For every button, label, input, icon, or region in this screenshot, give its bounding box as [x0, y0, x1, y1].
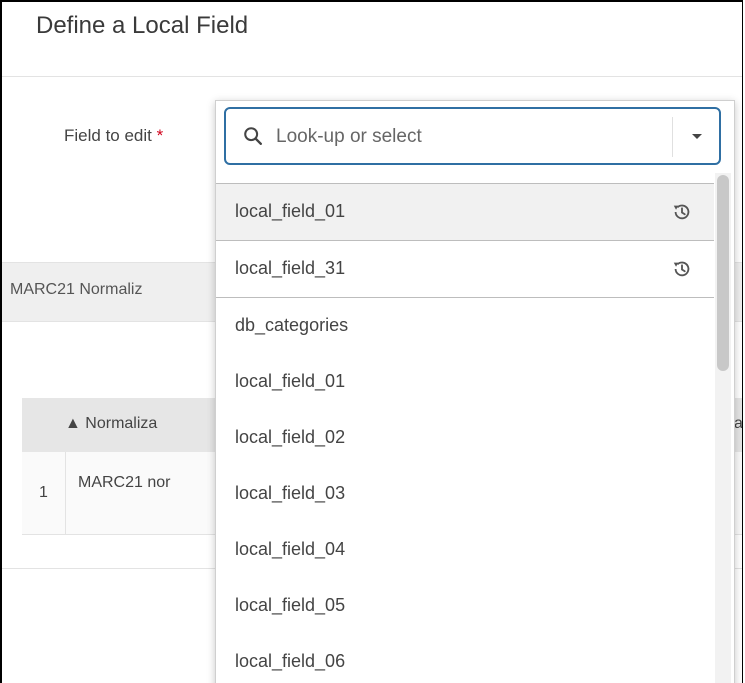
option-label: local_field_01: [235, 371, 346, 391]
row-name[interactable]: MARC21 nor: [78, 474, 170, 492]
column-header-normalization[interactable]: ▲ Normaliza: [65, 415, 157, 433]
search-divider: [672, 117, 673, 157]
search-icon: [244, 127, 262, 145]
option-list: local_field_01 local_field_31 db_categor…: [216, 183, 714, 683]
history-icon: [673, 204, 690, 220]
dropdown-option[interactable]: local_field_05: [216, 578, 714, 634]
option-label: local_field_31: [235, 258, 346, 278]
recent-option[interactable]: local_field_01: [216, 183, 714, 241]
dropdown-option[interactable]: local_field_02: [216, 410, 714, 466]
dropdown-option[interactable]: local_field_03: [216, 466, 714, 522]
recent-option[interactable]: local_field_31: [216, 241, 714, 298]
dropdown-option[interactable]: local_field_06: [216, 634, 714, 683]
option-label: local_field_01: [235, 201, 346, 221]
option-label: local_field_05: [235, 595, 346, 615]
dropdown-option[interactable]: local_field_01: [216, 354, 714, 410]
row-number: 1: [22, 452, 66, 534]
option-label: local_field_02: [235, 427, 346, 447]
option-label: local_field_03: [235, 483, 346, 503]
page: Define a Local Field Field to edit * MAR…: [0, 0, 743, 683]
field-label-text: Field to edit: [64, 126, 152, 145]
option-label: local_field_06: [235, 651, 346, 671]
field-to-edit-label: Field to edit *: [64, 126, 163, 146]
section-header-label: MARC21 Normaliz: [10, 281, 143, 298]
page-title: Define a Local Field: [36, 12, 249, 39]
option-label: db_categories: [235, 315, 349, 335]
chevron-down-icon[interactable]: [692, 134, 702, 139]
required-marker: *: [156, 126, 164, 145]
option-label: local_field_04: [235, 539, 346, 559]
dropdown-option[interactable]: local_field_04: [216, 522, 714, 578]
history-icon: [673, 261, 690, 277]
dropdown-scrollbar[interactable]: [715, 173, 731, 683]
field-search-input[interactable]: [274, 119, 658, 155]
field-search-box[interactable]: [224, 107, 721, 165]
header-divider: [2, 76, 742, 77]
scrollbar-thumb[interactable]: [717, 175, 729, 371]
field-select-dropdown: local_field_01 local_field_31 db_categor…: [215, 100, 735, 683]
column-header-partial[interactable]: a: [734, 415, 742, 433]
dropdown-option[interactable]: db_categories: [216, 298, 714, 354]
